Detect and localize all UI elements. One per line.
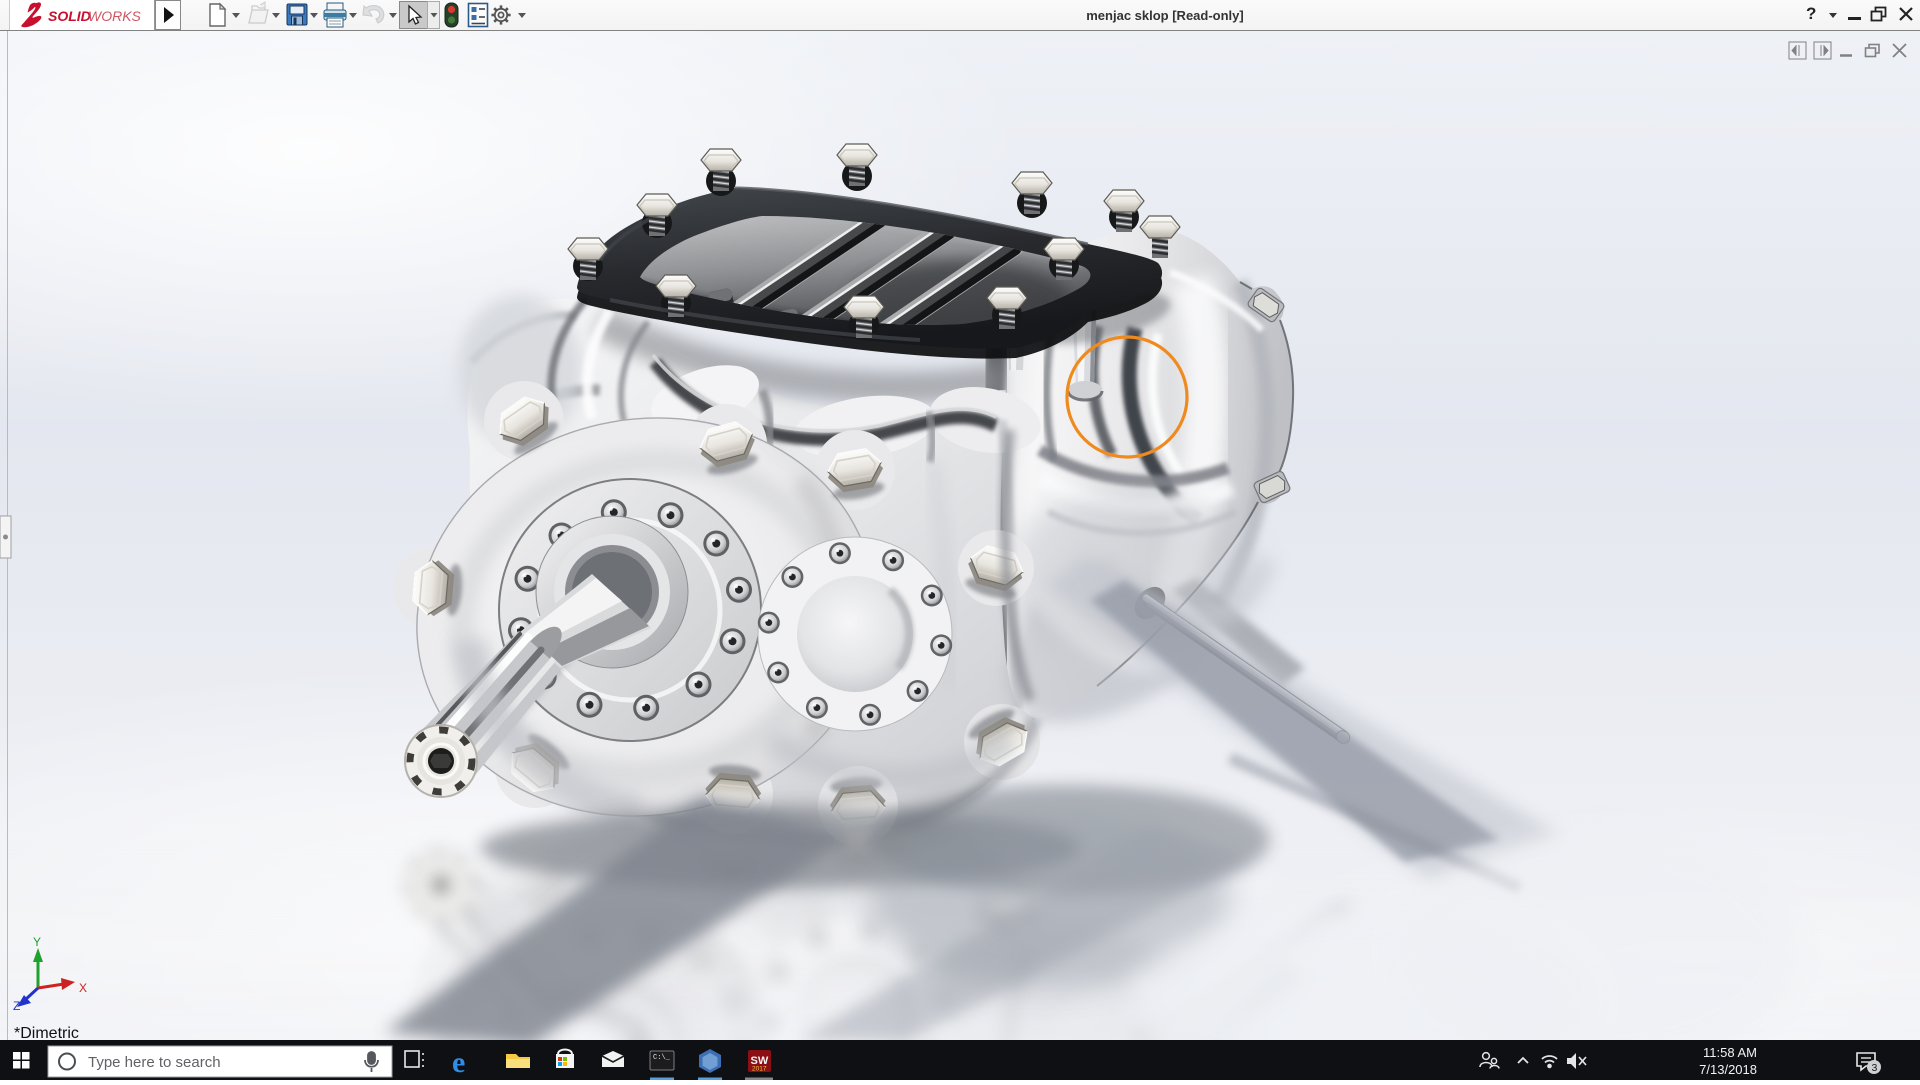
svg-text:2017: 2017	[752, 1066, 767, 1073]
svg-text:7/13/2018: 7/13/2018	[1699, 1062, 1757, 1077]
svg-text:Type here to search: Type here to search	[88, 1054, 221, 1071]
svg-text:*Dimetric: *Dimetric	[14, 1025, 79, 1040]
svg-text:3: 3	[1872, 1062, 1878, 1074]
svg-text:e: e	[452, 1046, 465, 1079]
svg-text:WORKS: WORKS	[88, 8, 142, 24]
svg-text:Z: Z	[13, 999, 20, 1013]
svg-text:11:58 AM: 11:58 AM	[1703, 1045, 1757, 1060]
svg-text:SOLID: SOLID	[48, 8, 91, 24]
svg-text:C:\_: C:\_	[653, 1054, 671, 1062]
svg-text:Y: Y	[33, 935, 41, 949]
svg-text:X: X	[79, 981, 87, 995]
